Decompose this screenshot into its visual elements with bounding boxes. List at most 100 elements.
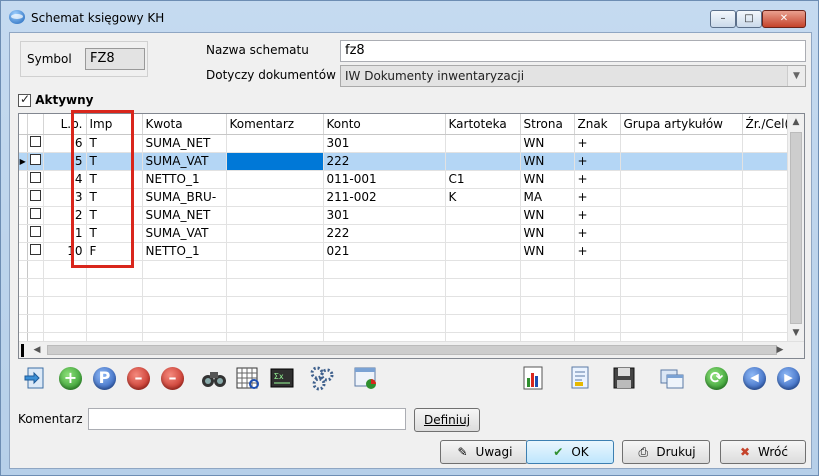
row-checkbox[interactable] — [29, 190, 41, 201]
row-checkbox-cell[interactable] — [27, 206, 44, 225]
cell-grupa[interactable] — [620, 134, 743, 153]
row-checkbox[interactable] — [29, 244, 41, 255]
cell-konto[interactable]: 222 — [323, 152, 446, 171]
gears-button[interactable] — [308, 364, 336, 392]
chart-window-button[interactable] — [352, 364, 380, 392]
cell-strona[interactable] — [520, 296, 575, 315]
cell-znak[interactable]: + — [574, 152, 621, 171]
cell-znak[interactable] — [574, 278, 621, 297]
cell-kartoteka[interactable] — [445, 296, 521, 315]
cell-imp[interactable] — [86, 314, 143, 333]
print-button[interactable]: ⎙ Drukuj — [622, 440, 710, 464]
cell-strona[interactable]: WN — [520, 206, 575, 225]
row-checkbox-cell[interactable] — [27, 134, 44, 153]
empty-row[interactable] — [19, 260, 804, 279]
empty-row[interactable] — [19, 314, 804, 333]
cell-komentarz[interactable] — [226, 224, 324, 243]
table-row[interactable]: 2 T SUMA_NET 301 WN + — [19, 206, 804, 225]
cell-komentarz[interactable] — [226, 314, 324, 333]
cell-konto[interactable] — [323, 260, 446, 279]
preview-button[interactable]: P — [90, 364, 118, 392]
cell-grupa[interactable] — [620, 296, 743, 315]
cell-grupa[interactable] — [620, 152, 743, 171]
cell-kwota[interactable]: SUMA_VAT — [142, 224, 227, 243]
document-button[interactable] — [566, 364, 594, 392]
cell-lp[interactable] — [43, 296, 87, 315]
cell-strona[interactable] — [520, 260, 575, 279]
col-header-grupa[interactable]: Grupa artykułów — [620, 114, 743, 135]
save-button[interactable] — [610, 364, 638, 392]
col-header-kartoteka[interactable]: Kartoteka — [445, 114, 521, 135]
cell-konto[interactable]: 211-002 — [323, 188, 446, 207]
minimize-button[interactable]: – — [710, 10, 736, 28]
table-row[interactable]: ▶ 5 T SUMA_VAT 222 WN + — [19, 152, 804, 171]
cell-strona[interactable] — [520, 278, 575, 297]
row-checkbox-cell[interactable] — [27, 188, 44, 207]
cell-konto[interactable]: 301 — [323, 206, 446, 225]
symbol-field[interactable]: FZ8 — [85, 48, 145, 70]
cell-komentarz[interactable] — [226, 278, 324, 297]
row-checkbox[interactable] — [29, 226, 41, 237]
cell-kwota[interactable]: NETTO_1 — [142, 242, 227, 261]
empty-row[interactable] — [19, 296, 804, 315]
active-checkbox[interactable] — [18, 92, 31, 107]
ok-button[interactable]: ✔ OK — [526, 440, 614, 464]
cell-znak[interactable] — [574, 260, 621, 279]
export-icon[interactable] — [22, 364, 50, 392]
cell-strona[interactable]: WN — [520, 152, 575, 171]
row-checkbox[interactable] — [29, 136, 41, 147]
cell-znak[interactable]: + — [574, 242, 621, 261]
next-record-button[interactable]: ▶ — [774, 364, 802, 392]
scroll-right-icon[interactable]: ▶ — [772, 342, 788, 358]
cell-komentarz[interactable] — [226, 206, 324, 225]
col-header-konto[interactable]: Konto — [323, 114, 446, 135]
empty-row[interactable] — [19, 278, 804, 297]
cell-kartoteka[interactable] — [445, 206, 521, 225]
cell-strona[interactable]: MA — [520, 188, 575, 207]
table-row[interactable]: 4 T NETTO_1 011-001 C1 WN + — [19, 170, 804, 189]
col-header-znak[interactable]: Znak — [574, 114, 621, 135]
table-row[interactable]: 3 T SUMA_BRU- 211-002 K MA + — [19, 188, 804, 207]
calculator-button[interactable]: Σx — [268, 364, 296, 392]
table-search-button[interactable] — [234, 364, 262, 392]
cell-strona[interactable] — [520, 314, 575, 333]
cell-kwota[interactable]: SUMA_VAT — [142, 152, 227, 171]
cell-znak[interactable]: + — [574, 188, 621, 207]
maximize-button[interactable]: □ — [736, 10, 762, 28]
notes-button[interactable]: ✎ Uwagi — [440, 440, 528, 464]
cell-imp[interactable] — [86, 296, 143, 315]
vertical-scroll-thumb[interactable] — [790, 132, 802, 324]
cell-znak[interactable]: + — [574, 224, 621, 243]
table-row[interactable]: 1 T SUMA_VAT 222 WN + — [19, 224, 804, 243]
cell-grupa[interactable] — [620, 224, 743, 243]
cell-komentarz[interactable] — [226, 242, 324, 261]
cell-kwota[interactable]: NETTO_1 — [142, 170, 227, 189]
cell-kartoteka[interactable] — [445, 134, 521, 153]
horizontal-scrollbar[interactable]: ◀ ▶ — [19, 341, 804, 358]
row-checkbox[interactable] — [29, 208, 41, 219]
row-checkbox-cell[interactable] — [27, 242, 44, 261]
cell-strona[interactable]: WN — [520, 224, 575, 243]
cell-kartoteka[interactable] — [445, 260, 521, 279]
cell-komentarz[interactable] — [226, 188, 324, 207]
cell-znak[interactable] — [574, 296, 621, 315]
define-button[interactable]: Definiuj — [414, 408, 480, 432]
table-row[interactable]: 10 F NETTO_1 021 WN + — [19, 242, 804, 261]
cell-komentarz[interactable] — [226, 260, 324, 279]
windows-button[interactable] — [658, 364, 686, 392]
cell-grupa[interactable] — [620, 260, 743, 279]
cell-konto[interactable] — [323, 278, 446, 297]
cell-znak[interactable] — [574, 314, 621, 333]
vertical-scrollbar[interactable]: ▲ ▼ — [787, 114, 804, 342]
delete-checked-button[interactable]: – — [158, 364, 186, 392]
cell-konto[interactable]: 021 — [323, 242, 446, 261]
cell-kartoteka[interactable]: C1 — [445, 170, 521, 189]
cell-kwota[interactable]: SUMA_NET — [142, 134, 227, 153]
close-button[interactable]: ✕ — [762, 10, 806, 28]
documents-select[interactable]: IW Dokumenty inwentaryzacji ▼ — [340, 65, 806, 87]
cell-strona[interactable]: WN — [520, 134, 575, 153]
cell-znak[interactable]: + — [574, 206, 621, 225]
cell-kwota[interactable] — [142, 296, 227, 315]
cell-grupa[interactable] — [620, 170, 743, 189]
cell-grupa[interactable] — [620, 188, 743, 207]
